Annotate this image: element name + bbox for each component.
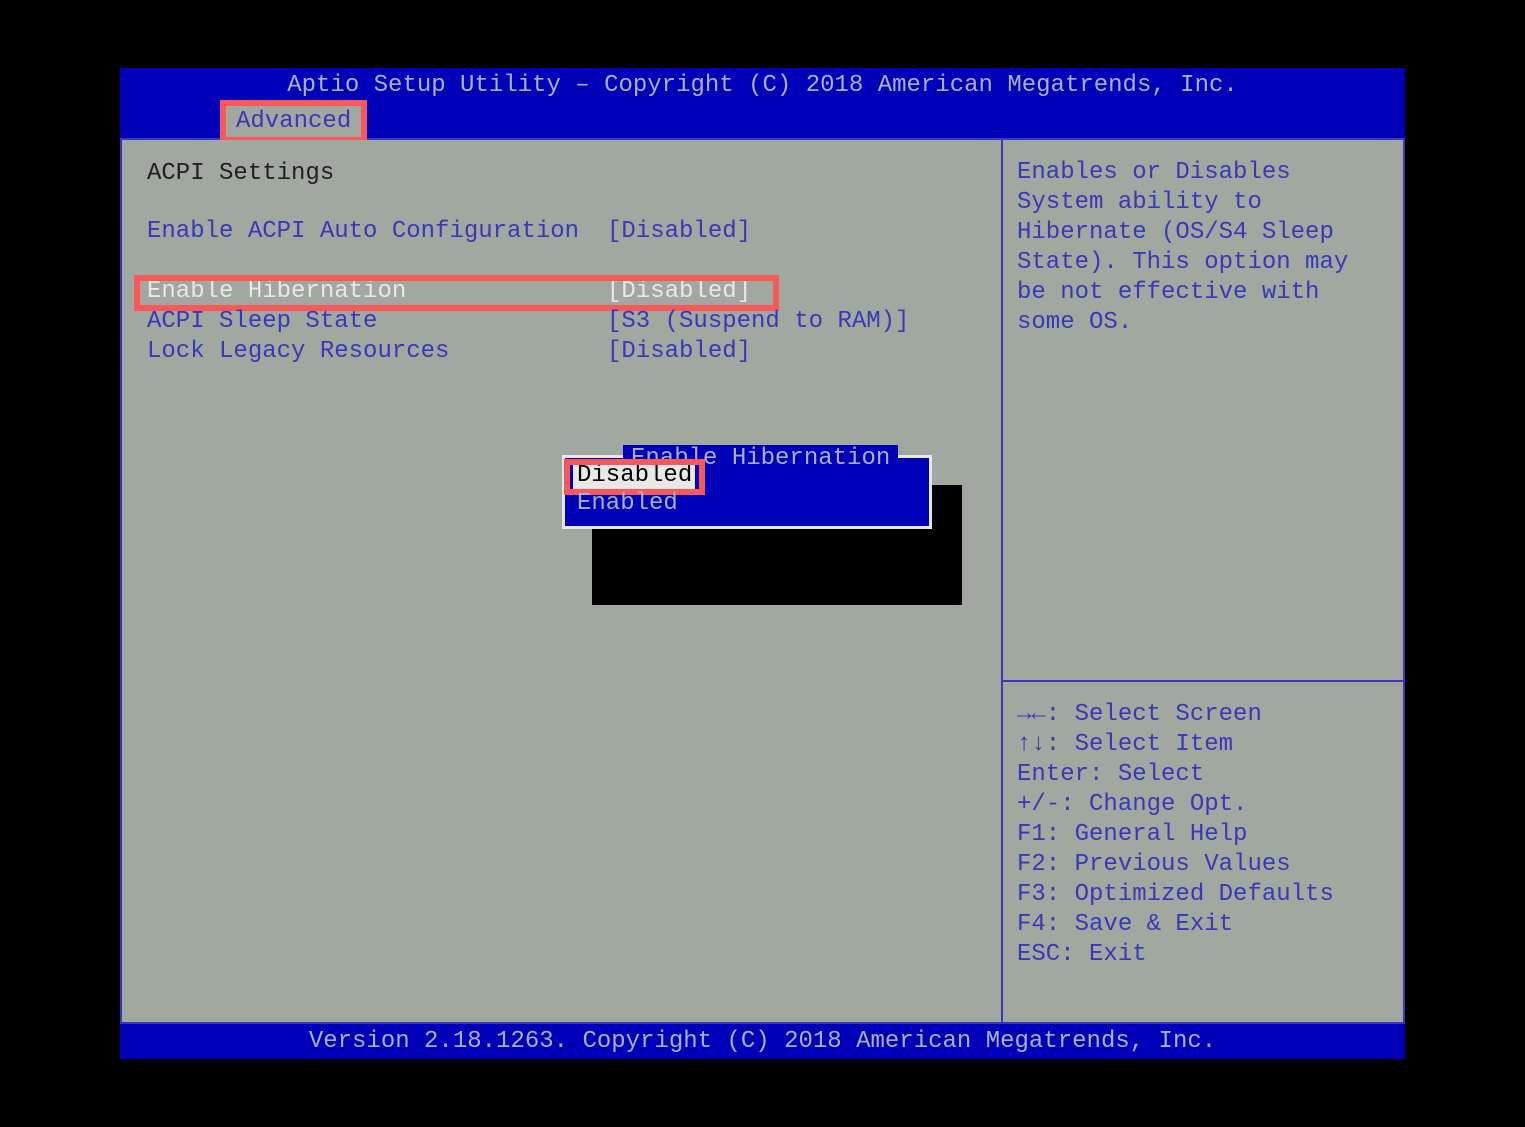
setting-value: [Disabled] (607, 217, 976, 247)
key-esc-exit: ESC: Exit (1017, 940, 1389, 970)
option-label: Disabled (577, 462, 692, 489)
tab-advanced[interactable]: Advanced (220, 100, 367, 140)
settings-panel: ACPI Settings Enable ACPI Auto Configura… (122, 140, 1003, 1022)
key-enter: Enter: Select (1017, 760, 1389, 790)
popup-option-disabled[interactable]: Disabled (573, 462, 695, 490)
setting-label: Enable ACPI Auto Configuration (147, 217, 607, 247)
key-legend: →←: Select Screen ↑↓: Select Item Enter:… (1003, 682, 1403, 1022)
help-description: Enables or Disables System ability to Hi… (1003, 140, 1403, 682)
key-general-help: F1: General Help (1017, 820, 1389, 850)
option-label: Enabled (577, 490, 678, 517)
setting-value: [Disabled] (607, 337, 976, 367)
key-optimized-defaults: F3: Optimized Defaults (1017, 880, 1389, 910)
key-save-exit: F4: Save & Exit (1017, 910, 1389, 940)
key-select-item: ↑↓: Select Item (1017, 730, 1389, 760)
setting-label: Lock Legacy Resources (147, 337, 607, 367)
setting-acpi-auto-config[interactable]: Enable ACPI Auto Configuration [Disabled… (147, 217, 976, 247)
key-previous-values: F2: Previous Values (1017, 850, 1389, 880)
section-title: ACPI Settings (147, 160, 976, 187)
key-select-screen: →←: Select Screen (1017, 700, 1389, 730)
setting-value: [S3 (Suspend to RAM)] (607, 307, 976, 337)
setting-label: ACPI Sleep State (147, 307, 607, 337)
popup-option-enabled[interactable]: Enabled (573, 490, 921, 518)
enable-hibernation-popup: Enable Hibernation Disabled Enabled (562, 455, 932, 529)
setting-enable-hibernation[interactable]: Enable Hibernation [Disabled] (147, 277, 976, 307)
setting-acpi-sleep-state[interactable]: ACPI Sleep State [S3 (Suspend to RAM)] (147, 307, 976, 337)
setting-value: [Disabled] (607, 277, 976, 307)
bios-footer: Version 2.18.1263. Copyright (C) 2018 Am… (120, 1024, 1405, 1059)
key-change-opt: +/-: Change Opt. (1017, 790, 1389, 820)
setting-label: Enable Hibernation (147, 277, 607, 307)
setting-lock-legacy-resources[interactable]: Lock Legacy Resources [Disabled] (147, 337, 976, 367)
tab-row: Advanced (120, 103, 1405, 138)
bios-title: Aptio Setup Utility – Copyright (C) 2018… (120, 68, 1405, 103)
